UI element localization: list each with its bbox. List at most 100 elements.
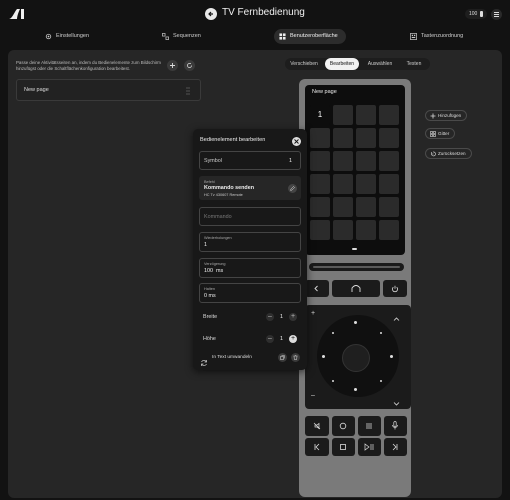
add-element-button[interactable]: Hinzufügen	[425, 110, 468, 121]
mute-key[interactable]	[305, 416, 329, 436]
mode-verschieben[interactable]: Verschieben	[285, 58, 323, 70]
grid-slot[interactable]	[379, 174, 399, 194]
grid-slot[interactable]	[379, 128, 399, 148]
channel-down-icon[interactable]	[393, 394, 400, 412]
height-decrease-button[interactable]: –	[266, 335, 274, 343]
add-page-button[interactable]	[167, 60, 178, 71]
dpad-left[interactable]	[322, 355, 325, 358]
page-item[interactable]: New page	[16, 79, 201, 101]
width-decrease-button[interactable]: –	[266, 313, 274, 321]
tab-benutzeroberflaeche[interactable]: Benutzeroberfläche	[274, 29, 346, 44]
repeat-value: 1	[204, 242, 207, 248]
back-button[interactable]	[205, 8, 217, 20]
stop-key[interactable]	[332, 438, 355, 456]
battery-level: 100	[469, 11, 478, 17]
dpad-up[interactable]	[354, 321, 357, 324]
grid-slot[interactable]	[333, 105, 353, 125]
volume-up-icon[interactable]: +	[311, 310, 315, 317]
delete-button[interactable]	[291, 353, 300, 362]
touch-slider[interactable]	[309, 263, 404, 271]
mode-bearbeiten[interactable]: Bearbeiten	[325, 58, 359, 70]
copy-button[interactable]	[278, 353, 287, 362]
grid-slot[interactable]	[310, 174, 330, 194]
repeat-field[interactable]: Wiederholungen 1	[199, 232, 301, 252]
back-key[interactable]	[305, 280, 329, 297]
symbol-field[interactable]: Symbol 1	[199, 151, 301, 170]
keymap-icon	[410, 33, 417, 40]
reset-button[interactable]: Zurücksetzen	[425, 148, 472, 159]
play-pause-icon	[364, 443, 374, 451]
home-icon	[351, 285, 361, 292]
grid-slot[interactable]	[333, 220, 353, 240]
reset-label: Zurücksetzen	[438, 151, 466, 156]
circle-key[interactable]	[332, 416, 355, 436]
height-increase-button[interactable]: +	[289, 335, 297, 343]
grid-slot[interactable]	[333, 174, 353, 194]
drag-handle-icon[interactable]	[186, 87, 190, 95]
symbol-value: 1	[289, 158, 292, 164]
home-key[interactable]	[332, 280, 380, 297]
dpad-dot	[332, 332, 334, 334]
grid-slot[interactable]	[310, 197, 330, 217]
tab-tastenzuordnung[interactable]: Tastenzuordnung	[405, 29, 471, 44]
grid-slot[interactable]	[356, 220, 376, 240]
grid-slot[interactable]	[379, 220, 399, 240]
play-pause-key[interactable]	[358, 438, 381, 456]
command-detail: HC Tv 430607 Remote	[204, 193, 243, 197]
grid-slot[interactable]	[356, 174, 376, 194]
grid-slot[interactable]	[356, 197, 376, 217]
logo-icon	[8, 7, 26, 21]
width-increase-button[interactable]: +	[289, 313, 297, 321]
convert-to-text-link[interactable]: In Text umwandeln	[212, 355, 252, 360]
delay-value: 100 ms	[204, 268, 224, 274]
chevron-left-icon	[314, 285, 318, 292]
command-small-label: Befehl	[204, 180, 215, 184]
reset-pages-button[interactable]	[184, 60, 195, 71]
grid-slot[interactable]	[333, 151, 353, 171]
mode-testen[interactable]: Testen	[400, 58, 428, 70]
menu-key[interactable]	[358, 416, 381, 436]
grid-slot[interactable]	[379, 105, 399, 125]
grid-slot[interactable]	[356, 105, 376, 125]
grid-button-1[interactable]: 1	[310, 105, 330, 125]
edit-command-button[interactable]	[288, 184, 297, 193]
trash-icon	[293, 355, 298, 360]
height-label: Höhe	[203, 336, 216, 342]
tab-label: Benutzeroberfläche	[290, 33, 338, 39]
ok-button[interactable]	[342, 344, 370, 372]
dpad-right[interactable]	[390, 355, 393, 358]
grid-slot[interactable]	[379, 197, 399, 217]
volume-down-icon[interactable]: –	[311, 392, 315, 399]
sequence-icon	[162, 33, 169, 40]
copy-icon	[280, 355, 285, 360]
dpad-down[interactable]	[354, 388, 357, 391]
grid-slot[interactable]	[310, 220, 330, 240]
menu-button[interactable]	[491, 9, 502, 20]
hold-field[interactable]: Halten 0 ms	[199, 283, 301, 303]
grid-slot[interactable]	[356, 151, 376, 171]
grid-slot[interactable]	[310, 151, 330, 171]
convert-icon	[200, 354, 208, 366]
grid-slot[interactable]	[356, 128, 376, 148]
dpad-dot	[380, 332, 382, 334]
mic-key[interactable]	[384, 416, 407, 436]
hold-label: Halten	[204, 287, 215, 291]
tab-einstellungen[interactable]: Einstellungen	[40, 29, 97, 44]
command-input[interactable]: Kommando	[199, 207, 301, 226]
power-key[interactable]	[383, 280, 407, 297]
command-field[interactable]: Befehl Kommando senden HC Tv 430607 Remo…	[199, 176, 301, 200]
grid-slot[interactable]	[333, 128, 353, 148]
rewind-key[interactable]	[305, 438, 329, 456]
height-value: 1	[280, 336, 283, 342]
forward-key[interactable]	[384, 438, 407, 456]
grid-slot[interactable]	[310, 128, 330, 148]
channel-up-icon[interactable]	[393, 310, 400, 328]
grid-button[interactable]: Gitter	[425, 128, 456, 139]
mode-auswaehlen[interactable]: Auswählen	[362, 58, 398, 70]
grid-slot[interactable]	[379, 151, 399, 171]
delay-field[interactable]: Verzögerung 100 ms	[199, 258, 301, 278]
circle-icon	[339, 422, 347, 430]
tab-sequenzen[interactable]: Sequenzen	[157, 29, 209, 44]
close-button[interactable]	[292, 137, 301, 146]
grid-slot[interactable]	[333, 197, 353, 217]
